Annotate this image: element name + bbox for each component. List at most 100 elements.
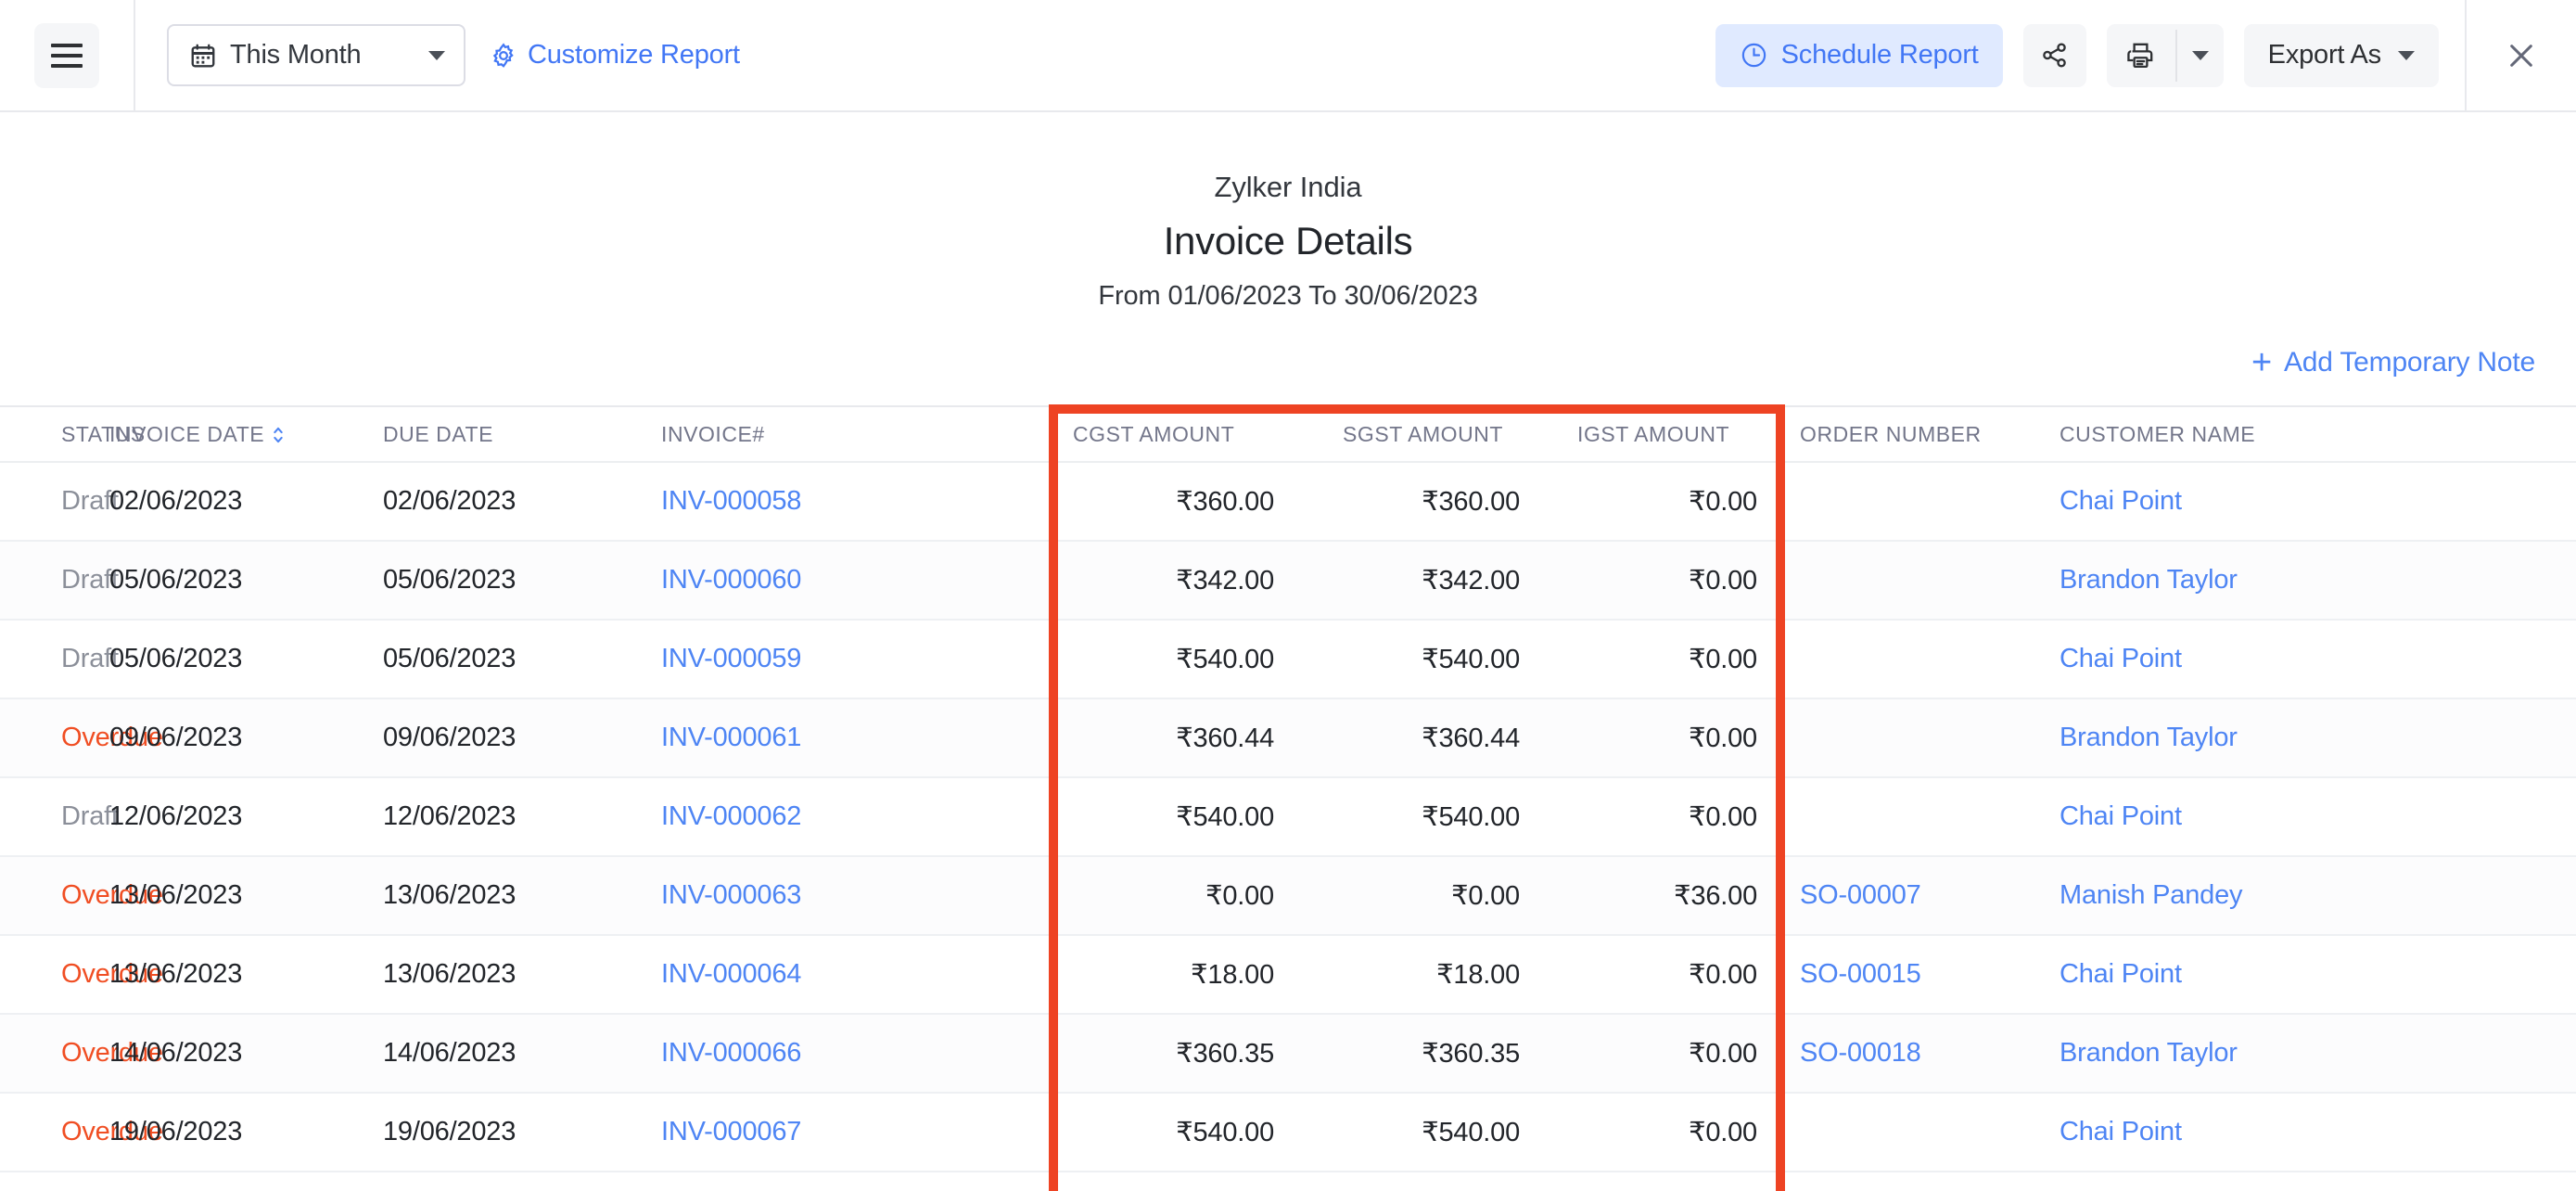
table-row[interactable]: Overdue09/06/202309/06/2023INV-000061₹36… [0, 698, 2576, 777]
plus-icon: + [2251, 349, 2272, 377]
add-temporary-note-button[interactable]: + Add Temporary Note [2251, 347, 2535, 378]
table-header: STATUS INVOICE DATE DUE DATE INVOICE# CG… [0, 406, 2576, 462]
cell-invoice-number: INV-000066 [661, 1014, 1051, 1093]
invoice-number-link[interactable]: INV-000059 [661, 644, 801, 673]
table-row[interactable]: Draft02/06/202302/06/2023INV-000058₹360.… [0, 462, 2576, 541]
table-row[interactable]: Overdue13/06/202313/06/2023INV-000064₹18… [0, 935, 2576, 1014]
column-header-customer-name[interactable]: CUSTOMER NAME [2060, 406, 2576, 462]
report-table-container: STATUS INVOICE DATE DUE DATE INVOICE# CG… [0, 405, 2576, 1191]
customer-name-link[interactable]: Brandon Taylor [2060, 1038, 2238, 1068]
table-row[interactable]: Overdue19/06/202319/06/2023INV-000067₹54… [0, 1093, 2576, 1172]
column-header-due-date[interactable]: DUE DATE [383, 406, 661, 462]
schedule-report-button[interactable]: Schedule Report [1715, 24, 2003, 87]
cell-invoice-number: INV-000058 [661, 462, 1051, 541]
cell-invoice-date: 13/06/2023 [109, 935, 383, 1014]
print-split-button[interactable] [2107, 24, 2224, 87]
cell-total-sgst: ₹3,060.79 [1296, 1172, 1542, 1191]
print-options-button[interactable] [2177, 24, 2224, 87]
top-toolbar: This Month Customize Report Schedule Rep… [0, 0, 2576, 112]
invoice-number-link[interactable]: INV-000064 [661, 959, 801, 989]
column-header-cgst-amount[interactable]: CGST AMOUNT [1051, 406, 1296, 462]
table-row[interactable]: Draft12/06/202312/06/2023INV-000062₹540.… [0, 777, 2576, 856]
table-row[interactable]: Draft05/06/202305/06/2023INV-000059₹540.… [0, 620, 2576, 698]
cell-status: Draft [0, 620, 109, 698]
export-as-button[interactable]: Export As [2244, 24, 2439, 87]
customer-name-link[interactable]: Chai Point [2060, 959, 2182, 989]
chevron-down-icon [2398, 51, 2415, 60]
share-button[interactable] [2023, 24, 2086, 87]
column-header-invoice-date[interactable]: INVOICE DATE [109, 406, 383, 462]
customer-name-link[interactable]: Manish Pandey [2060, 880, 2242, 910]
cell-due-date: 09/06/2023 [383, 698, 661, 777]
invoice-number-link[interactable]: INV-000063 [661, 880, 801, 910]
cell-sgst-amount: ₹18.00 [1296, 935, 1542, 1014]
invoice-number-link[interactable]: INV-000058 [661, 486, 801, 516]
print-button[interactable] [2107, 24, 2175, 87]
hamburger-zone [0, 0, 135, 111]
cell-sgst-amount: ₹360.44 [1296, 698, 1542, 777]
column-header-status[interactable]: STATUS [0, 406, 109, 462]
printer-icon [2125, 40, 2156, 70]
cell-customer-name: Manish Pandey [2060, 856, 2576, 935]
invoice-number-link[interactable]: INV-000062 [661, 801, 801, 831]
column-header-order-number[interactable]: ORDER NUMBER [1783, 406, 2060, 462]
page-title: Invoice Details [0, 219, 2576, 263]
toolbar-right-group: Schedule Report [1715, 24, 2439, 87]
cell-status: Overdue [0, 935, 109, 1014]
date-range-select[interactable]: This Month [167, 24, 465, 86]
invoice-details-table: STATUS INVOICE DATE DUE DATE INVOICE# CG… [0, 405, 2576, 1191]
table-header-row: STATUS INVOICE DATE DUE DATE INVOICE# CG… [0, 406, 2576, 462]
cell-sgst-amount: ₹540.00 [1296, 620, 1542, 698]
close-button[interactable] [2504, 38, 2539, 73]
table-row[interactable]: Overdue14/06/202314/06/2023INV-000066₹36… [0, 1014, 2576, 1093]
invoice-number-link[interactable]: INV-000067 [661, 1117, 801, 1146]
customer-name-link[interactable]: Chai Point [2060, 801, 2182, 831]
cell-status: Overdue [0, 698, 109, 777]
cell-order-number: SO-00007 [1783, 856, 2060, 935]
customer-name-link[interactable]: Brandon Taylor [2060, 723, 2238, 752]
column-header-invoice-number[interactable]: INVOICE# [661, 406, 1051, 462]
customize-report-button[interactable]: Customize Report [490, 40, 740, 70]
order-number-link[interactable]: SO-00015 [1800, 959, 1921, 989]
cell-order-number [1783, 620, 2060, 698]
invoice-number-link[interactable]: INV-000060 [661, 565, 801, 595]
customer-name-link[interactable]: Chai Point [2060, 1117, 2182, 1146]
cell-due-date: 19/06/2023 [383, 1093, 661, 1172]
cell-cgst-amount: ₹0.00 [1051, 856, 1296, 935]
customer-name-link[interactable]: Chai Point [2060, 486, 2182, 516]
date-range-label: This Month [230, 40, 428, 70]
cell-invoice-number: INV-000063 [661, 856, 1051, 935]
cell-igst-amount: ₹0.00 [1542, 462, 1783, 541]
customer-name-link[interactable]: Brandon Taylor [2060, 565, 2238, 595]
order-number-link[interactable]: SO-00007 [1800, 880, 1921, 910]
order-number-link[interactable]: SO-00018 [1800, 1038, 1921, 1068]
invoice-number-link[interactable]: INV-000066 [661, 1038, 801, 1068]
table-row[interactable]: Overdue13/06/202313/06/2023INV-000063₹0.… [0, 856, 2576, 935]
table-row[interactable]: Draft05/06/202305/06/2023INV-000060₹342.… [0, 541, 2576, 620]
cell-invoice-number: INV-000059 [661, 620, 1051, 698]
chevron-down-icon [2192, 51, 2209, 60]
cell-sgst-amount: ₹0.00 [1296, 856, 1542, 935]
cell-sgst-amount: ₹342.00 [1296, 541, 1542, 620]
cell-igst-amount: ₹0.00 [1542, 1093, 1783, 1172]
add-temporary-note-label: Add Temporary Note [2284, 347, 2535, 378]
table-total-row: Total₹3,060.79₹3,060.79₹36.00 [0, 1172, 2576, 1191]
note-row: + Add Temporary Note [0, 347, 2576, 378]
report-date-range: From 01/06/2023 To 30/06/2023 [0, 281, 2576, 312]
gear-icon [490, 42, 517, 70]
cell-customer-name: Brandon Taylor [2060, 1014, 2576, 1093]
hamburger-bar [51, 54, 83, 58]
column-header-sgst-amount[interactable]: SGST AMOUNT [1296, 406, 1542, 462]
cell-igst-amount: ₹36.00 [1542, 856, 1783, 935]
calendar-icon [189, 42, 217, 70]
column-header-igst-amount[interactable]: IGST AMOUNT [1542, 406, 1783, 462]
hamburger-icon[interactable] [34, 23, 99, 88]
schedule-report-label: Schedule Report [1781, 40, 1979, 70]
invoice-number-link[interactable]: INV-000061 [661, 723, 801, 752]
cell-total-blank [383, 1172, 661, 1191]
cell-total-igst: ₹36.00 [1542, 1172, 1783, 1191]
customer-name-link[interactable]: Chai Point [2060, 644, 2182, 673]
cell-status: Overdue [0, 856, 109, 935]
cell-cgst-amount: ₹18.00 [1051, 935, 1296, 1014]
sort-icon[interactable] [272, 425, 285, 445]
